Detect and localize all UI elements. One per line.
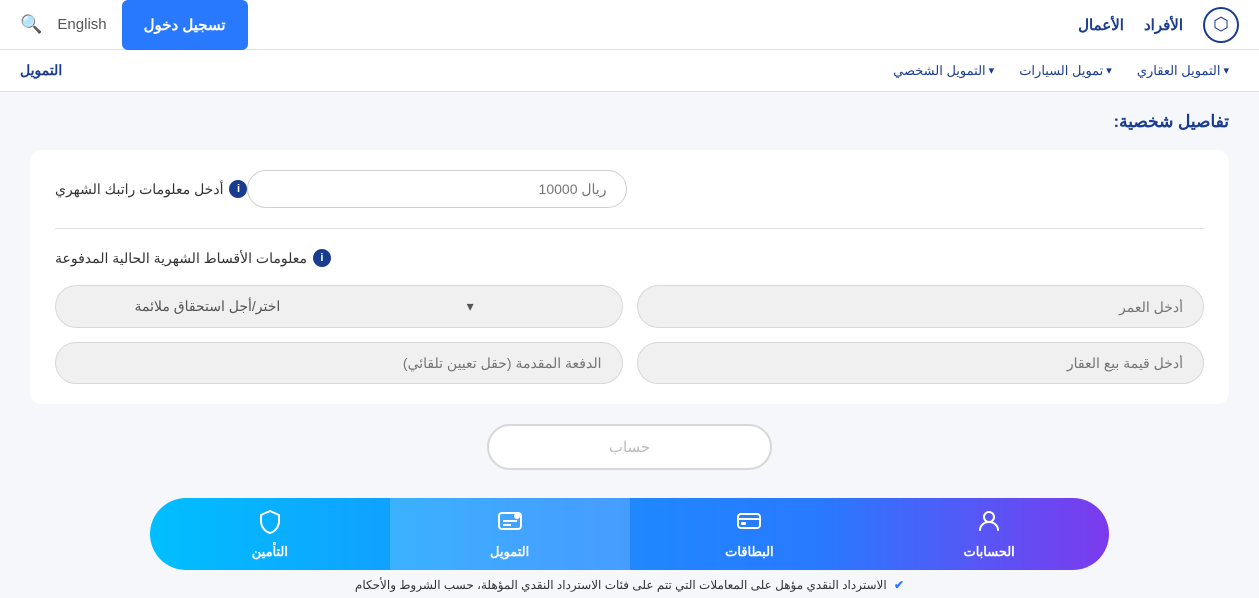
calc-button[interactable]: حساب — [487, 424, 772, 470]
nav-individuals[interactable]: الأفراد — [1144, 16, 1183, 34]
chevron-down-icon: ▾ — [1223, 64, 1229, 77]
nav-real-estate[interactable]: ▾ التمويل العقاري — [1127, 63, 1239, 79]
tab-accounts-label: الحسابات — [963, 544, 1014, 560]
tab-insurance[interactable]: التأمين — [150, 498, 390, 570]
age-input[interactable] — [637, 285, 1205, 328]
installment-info-icon[interactable]: i — [313, 249, 331, 267]
eligibility-dropdown[interactable]: ▾ اختر/أجل استحقاق ملائمة — [55, 285, 623, 328]
second-nav-title: التمويل — [20, 62, 62, 79]
check-icon: ✔ — [894, 578, 904, 592]
financing-icon — [497, 508, 523, 540]
tab-insurance-label: التأمين — [252, 544, 288, 560]
salary-input[interactable] — [247, 170, 627, 208]
bottom-tab-bar: الحسابات البطاقات التمويل — [150, 498, 1109, 570]
bottom-note: ✔ الاسترداد النقدي مؤهل على المعاملات ال… — [0, 578, 1259, 592]
nav-cars[interactable]: ▾ تمويل السيارات — [1009, 63, 1122, 79]
logo-icon[interactable]: ⬡ — [1203, 7, 1239, 43]
salary-info-icon[interactable]: i — [229, 180, 247, 198]
second-navigation: ▾ التمويل العقاري ▾ تمويل السيارات ▾ الت… — [0, 50, 1259, 92]
down-payment-input[interactable] — [55, 342, 623, 384]
nav-personal[interactable]: ▾ التمويل الشخصي — [883, 63, 1004, 79]
divider — [55, 228, 1204, 229]
chevron-down-icon: ▾ — [339, 298, 602, 315]
section-title: تفاصيل شخصية: — [30, 112, 1229, 132]
eligibility-label: اختر/أجل استحقاق ملائمة — [76, 298, 339, 315]
inputs-grid: ▾ اختر/أجل استحقاق ملائمة — [55, 285, 1204, 384]
top-navigation: ⬡ الأفراد الأعمال تسجيل دخول English 🔍 — [0, 0, 1259, 50]
accounts-icon — [976, 508, 1002, 540]
tab-cards-label: البطاقات — [725, 544, 774, 560]
login-button[interactable]: تسجيل دخول — [122, 0, 248, 50]
nav-business[interactable]: الأعمال — [1078, 16, 1124, 34]
search-icon[interactable]: 🔍 — [20, 14, 42, 35]
installment-label-row: i معلومات الأقساط الشهرية الحالية المدفو… — [55, 249, 1204, 267]
tab-financing-label: التمويل — [490, 544, 529, 560]
tab-accounts[interactable]: الحسابات — [869, 498, 1109, 570]
cards-icon — [736, 508, 762, 540]
second-nav-items: ▾ التمويل العقاري ▾ تمويل السيارات ▾ الت… — [883, 63, 1239, 79]
calc-button-wrapper: حساب — [30, 424, 1229, 470]
form-section: i أدخل معلومات راتبك الشهري i معلومات ال… — [30, 150, 1229, 404]
bottom-note-text: الاسترداد النقدي مؤهل على المعاملات التي… — [355, 578, 887, 592]
chevron-down-icon: ▾ — [1106, 64, 1112, 77]
top-nav-left: تسجيل دخول English 🔍 — [20, 0, 248, 50]
english-link[interactable]: English — [57, 16, 106, 33]
tab-financing[interactable]: التمويل — [390, 498, 630, 570]
chevron-down-icon: ▾ — [989, 64, 995, 77]
installment-label: معلومات الأقساط الشهرية الحالية المدفوعة — [55, 250, 307, 267]
insurance-icon — [257, 508, 283, 540]
top-nav-right: ⬡ الأفراد الأعمال — [1078, 7, 1239, 43]
tab-cards[interactable]: البطاقات — [630, 498, 870, 570]
property-value-input[interactable] — [637, 342, 1205, 384]
salary-label: أدخل معلومات راتبك الشهري — [55, 181, 223, 198]
main-content: تفاصيل شخصية: i أدخل معلومات راتبك الشهر… — [0, 92, 1259, 512]
